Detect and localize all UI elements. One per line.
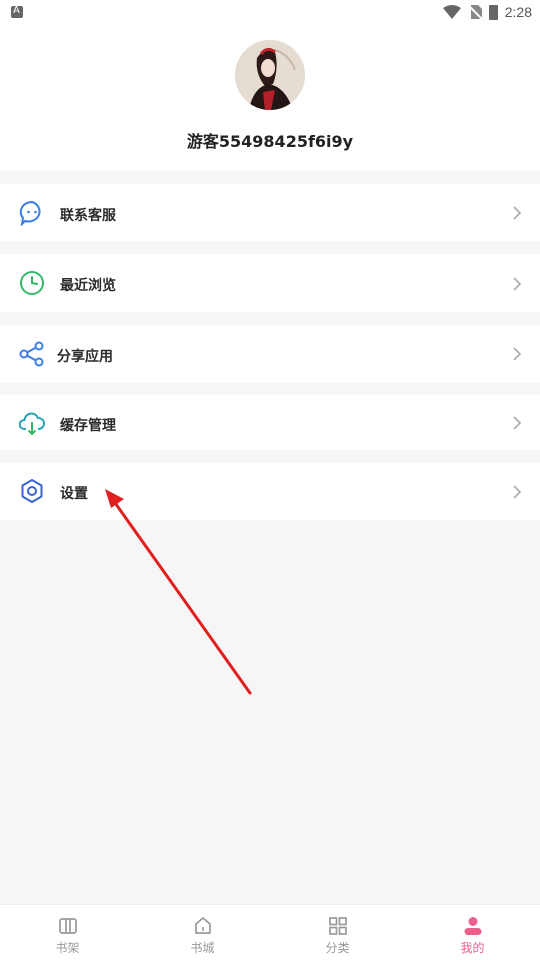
chevron-right-icon: [513, 485, 522, 499]
chevron-right-icon: [513, 277, 522, 291]
menu-item-settings[interactable]: 设置: [0, 463, 540, 520]
menu-item-cache[interactable]: 缓存管理: [0, 395, 540, 450]
bottom-tab-bar: 书架 书城 分类 我的: [0, 904, 540, 960]
grid-icon: [328, 917, 347, 935]
tab-label: 书城: [190, 941, 215, 955]
menu-label: 设置: [60, 486, 88, 502]
chevron-right-icon: [513, 416, 522, 430]
avatar[interactable]: [235, 40, 305, 110]
chevron-right-icon: [513, 206, 522, 220]
tab-label: 书架: [55, 941, 80, 955]
tab-label: 分类: [325, 941, 350, 955]
menu-item-customer-service[interactable]: 联系客服: [0, 184, 540, 241]
menu-label: 分享应用: [57, 349, 113, 365]
battery-icon: [488, 4, 498, 20]
home-icon: [194, 917, 211, 934]
menu-item-share[interactable]: 分享应用: [0, 325, 540, 383]
menu-label: 缓存管理: [60, 418, 116, 434]
tab-label: 我的: [460, 941, 485, 955]
menu-item-recent[interactable]: 最近浏览: [0, 254, 540, 312]
bookshelf-icon: [58, 918, 77, 934]
tab-bookstore[interactable]: 书城: [135, 905, 270, 960]
chevron-right-icon: [513, 347, 522, 361]
chat-bubble-icon: [19, 200, 41, 226]
profile-header: 游客55498425f6i9y: [0, 24, 540, 171]
menu-label: 联系客服: [60, 208, 116, 224]
share-icon: [19, 341, 44, 367]
notification-icon: [11, 5, 23, 18]
gear-icon: [21, 479, 43, 503]
tab-category[interactable]: 分类: [270, 905, 405, 960]
cloud-download-icon: [19, 412, 45, 436]
status-time: 2:28: [504, 4, 532, 20]
status-bar: 2:28: [0, 0, 540, 24]
wifi-icon: [442, 5, 461, 19]
username: 游客55498425f6i9y: [186, 132, 354, 151]
clock-icon: [20, 271, 44, 295]
no-sim-icon: [468, 5, 482, 19]
user-icon: [464, 917, 481, 935]
menu-label: 最近浏览: [60, 278, 116, 294]
tab-mine[interactable]: 我的: [405, 905, 540, 960]
status-icons: 2:28: [442, 2, 532, 22]
tab-bookshelf[interactable]: 书架: [0, 905, 135, 960]
